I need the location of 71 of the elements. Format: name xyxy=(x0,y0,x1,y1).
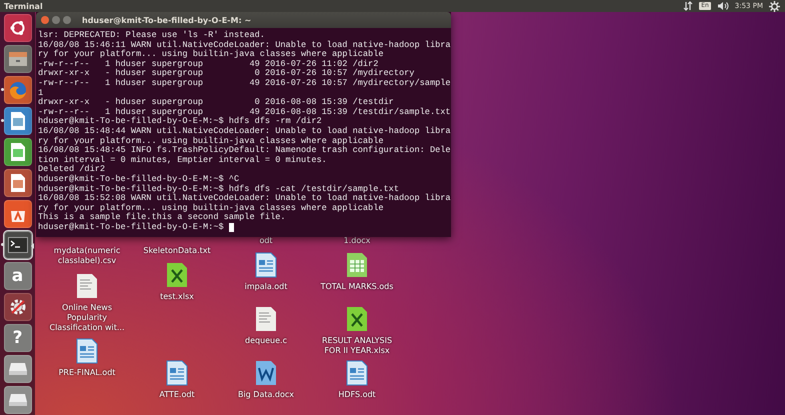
software-launcher-icon[interactable] xyxy=(4,200,32,228)
terminal-line: ry for your platform... using builtin-java classes where applicable xyxy=(38,50,384,60)
file-label[interactable]: Big Data.docx xyxy=(238,390,294,400)
terminal-line: 16/08/08 15:46:11 WARN util.NativeCodeLoader: Unable to load native-hadoop libra xyxy=(38,40,451,50)
help-launcher-icon[interactable]: ? xyxy=(4,324,32,352)
terminal-line: lsr: DEPRECATED: Please use 'ls -R' instead. xyxy=(38,31,265,40)
text-file-icon[interactable] xyxy=(255,306,277,332)
terminal-line: tion interval = 0 minutes, Emptier interval = 0 minutes. xyxy=(38,156,327,165)
document-file-icon[interactable] xyxy=(255,252,277,278)
terminal-line: ry for your platform... using builtin-java classes where applicable xyxy=(38,136,384,146)
file-label[interactable]: 1.docx xyxy=(344,236,370,246)
spreadsheet-file-icon[interactable] xyxy=(346,252,368,278)
terminal-line: 16/08/08 15:48:44 WARN util.NativeCodeLoader: Unable to load native-hadoop libra xyxy=(38,126,451,136)
terminal-line: This is a sample file.this a second sample file. xyxy=(38,213,286,222)
document-file-icon[interactable] xyxy=(346,360,368,386)
terminal-line: ry for your platform... using builtin-java classes where applicable xyxy=(38,204,384,213)
app-title: Terminal xyxy=(3,2,43,10)
spreadsheet-file-icon[interactable] xyxy=(346,306,368,332)
text-file-icon[interactable] xyxy=(76,273,98,299)
volume-icon[interactable] xyxy=(716,1,729,11)
firefox-launcher-icon[interactable] xyxy=(4,76,32,104)
document-file-icon[interactable] xyxy=(76,338,98,364)
terminal-line: -rw-r--r-- 1 hduser supergroup 49 2016-07-26 10:57 /mydirectory/sample xyxy=(38,78,451,89)
terminal-line: 16/08/08 15:48:45 INFO fs.TrashPolicyDefault: Namenode trash configuration: Dele xyxy=(38,146,451,156)
maximize-button[interactable] xyxy=(63,16,71,24)
file-label[interactable]: ATTE.odt xyxy=(159,390,195,400)
file-label[interactable]: dequeue.c xyxy=(244,336,287,346)
close-button[interactable] xyxy=(41,16,49,24)
writer-launcher-icon[interactable] xyxy=(4,107,32,135)
word-document-icon[interactable] xyxy=(255,360,277,386)
settings-icon[interactable] xyxy=(769,0,780,12)
drive-launcher-icon[interactable] xyxy=(4,355,32,383)
terminal-line: Deleted /dir2 xyxy=(38,165,106,174)
active-indicator xyxy=(31,243,34,249)
file-label[interactable]: TOTAL MARKS.ods xyxy=(320,282,394,292)
spreadsheet-file-icon[interactable] xyxy=(166,262,188,288)
terminal-line: 16/08/08 15:52:08 WARN util.NativeCodeLoader: Unable to load native-hadoop libra xyxy=(38,194,451,204)
terminal-launcher-icon[interactable] xyxy=(4,231,32,259)
file-label[interactable]: test.xlsx xyxy=(160,292,194,302)
file-label[interactable]: Online News Popularity Classification wit... xyxy=(45,303,129,333)
terminal-line: hduser@kmit-To-be-filled-by-O-E-M:~$ hdfs dfs -cat /testdir/sample.txt xyxy=(38,184,399,194)
drive-launcher-icon[interactable] xyxy=(4,386,32,414)
file-label[interactable]: odt xyxy=(259,236,273,246)
terminal-line: 1 xyxy=(38,88,44,98)
terminal-line: hduser@kmit-To-be-filled-by-O-E-M:~$ hdfs dfs -rm /dir2 xyxy=(38,117,322,126)
file-label[interactable]: RESULT ANALYSIS FOR II YEAR.xlsx xyxy=(315,336,399,356)
calc-launcher-icon[interactable] xyxy=(4,138,32,166)
help-glyph: ? xyxy=(12,328,22,348)
window-title: hduser@kmit-To-be-filled-by-O-E-M: ~ xyxy=(82,16,252,24)
impress-launcher-icon[interactable] xyxy=(4,169,32,197)
amazon-glyph: a xyxy=(12,266,24,286)
file-label[interactable]: mydata(numeric classlabel).csv xyxy=(45,246,129,266)
ubuntu-launcher-icon[interactable] xyxy=(4,14,32,42)
running-indicator xyxy=(1,119,4,122)
file-label[interactable]: impala.odt xyxy=(244,282,288,292)
document-file-icon[interactable] xyxy=(166,360,188,386)
amazon-launcher-icon[interactable]: a xyxy=(4,262,32,290)
terminal-line: hduser@kmit-To-be-filled-by-O-E-M:~$ ^C xyxy=(38,174,240,184)
terminal-line: -rw-r--r-- 1 hduser supergroup 49 2016-08-08 15:39 /testdir/sample.txt xyxy=(38,108,451,117)
files-launcher-icon[interactable] xyxy=(4,45,32,73)
network-icon[interactable] xyxy=(683,1,694,11)
minimize-button[interactable] xyxy=(52,16,60,24)
file-label[interactable]: SkeletonData.txt xyxy=(143,246,211,256)
terminal-line: hduser@kmit-To-be-filled-by-O-E-M:~$ xyxy=(38,222,224,232)
terminal-line: drwxr-xr-x - hduser supergroup 0 2016-07-26 10:57 /mydirectory xyxy=(38,69,414,78)
settings-launcher-icon[interactable] xyxy=(4,293,32,321)
running-indicator xyxy=(1,88,4,91)
terminal-line: -rw-r--r-- 1 hduser supergroup 49 2016-07-26 11:02 /dir2 xyxy=(38,60,378,69)
terminal-line: drwxr-xr-x - hduser supergroup 0 2016-08-08 15:39 /testdir xyxy=(38,98,394,108)
file-label[interactable]: PRE-FINAL.odt xyxy=(58,368,116,378)
file-label[interactable]: HDFS.odt xyxy=(338,390,376,400)
